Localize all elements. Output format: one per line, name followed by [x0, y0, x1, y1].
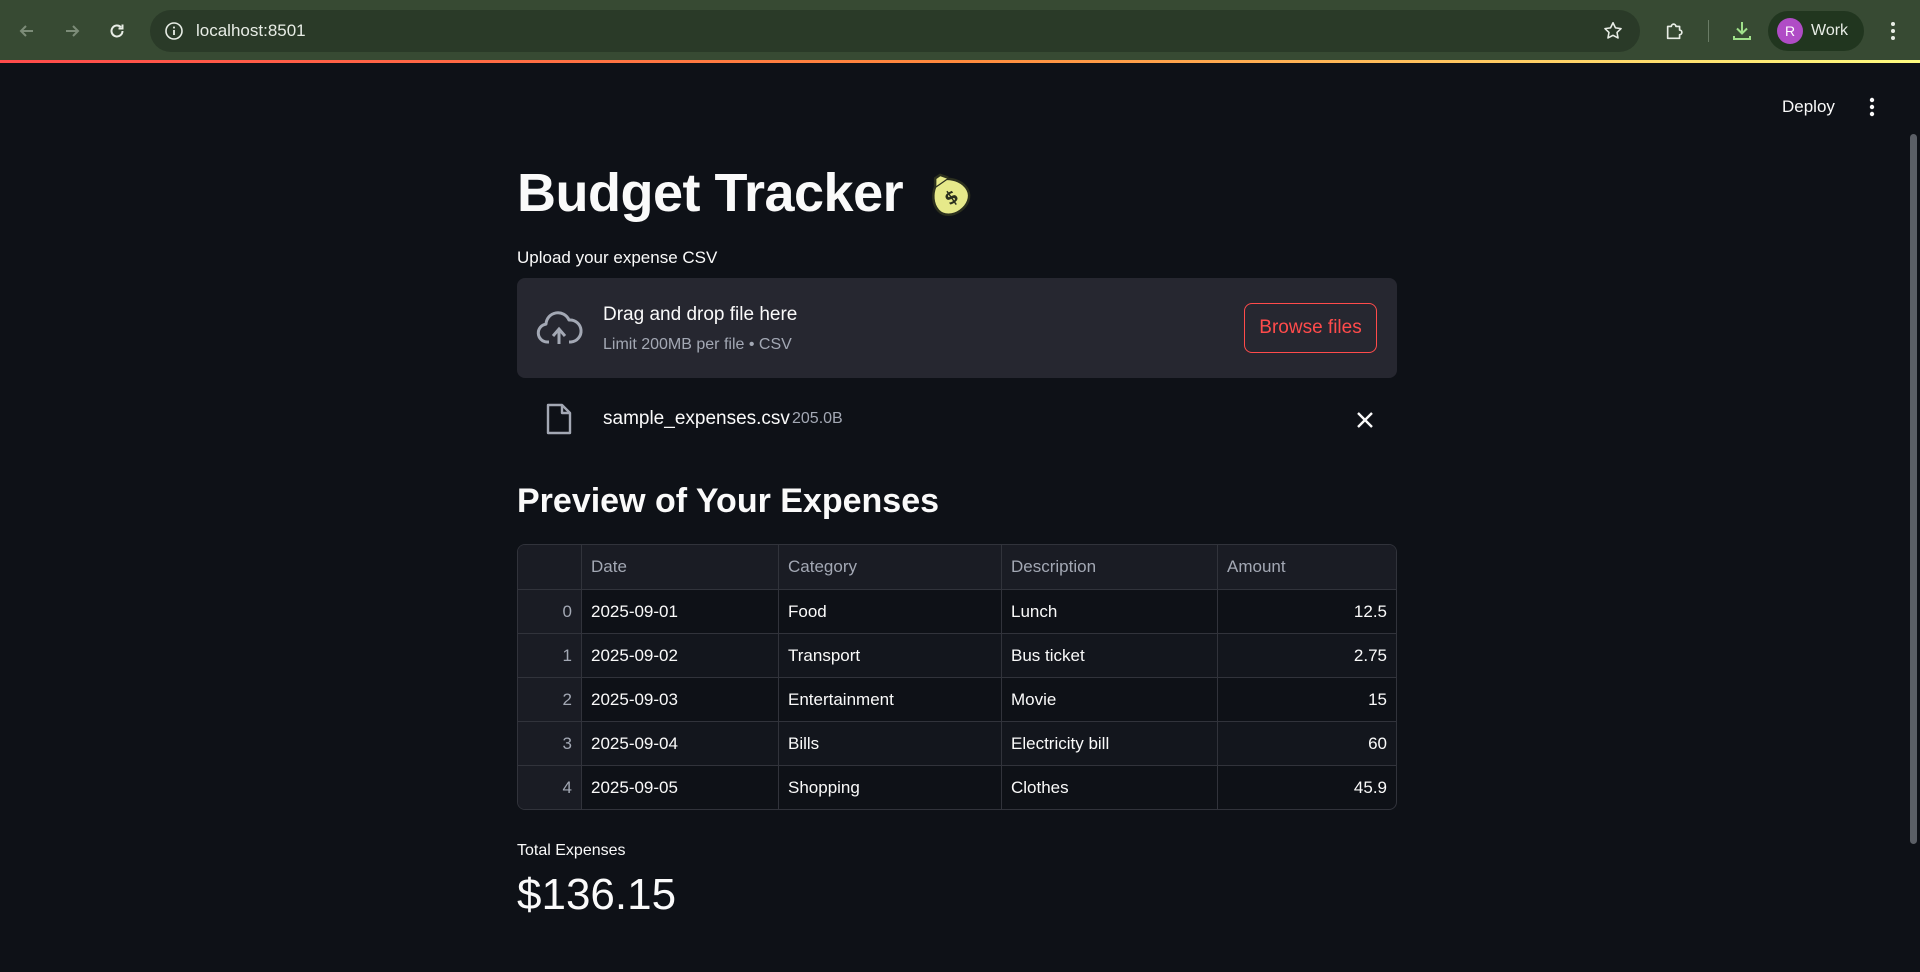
- arrow-right-icon: [66, 25, 80, 37]
- downloads-button[interactable]: [1725, 14, 1759, 48]
- table-cell[interactable]: 2025-09-03: [581, 678, 778, 721]
- row-index[interactable]: 2: [518, 678, 581, 721]
- table-row: 4 2025-09-05 Shopping Clothes 45.9: [518, 765, 1396, 809]
- vertical-dots-icon: [1869, 97, 1875, 117]
- metric-value: $136.15: [517, 870, 677, 919]
- page-scrollbar[interactable]: [1910, 134, 1917, 844]
- page-title-text: Budget Tracker: [517, 163, 904, 223]
- table-cell[interactable]: 2025-09-01: [581, 590, 778, 633]
- column-header-category[interactable]: Category: [778, 545, 1001, 589]
- row-index[interactable]: 4: [518, 766, 581, 809]
- browser-menu-button[interactable]: [1876, 14, 1910, 48]
- table-cell[interactable]: Bus ticket: [1001, 634, 1217, 677]
- row-index[interactable]: 1: [518, 634, 581, 677]
- address-bar[interactable]: localhost:8501: [150, 10, 1640, 52]
- preview-heading: Preview of Your Expenses: [517, 482, 940, 520]
- table-cell[interactable]: Movie: [1001, 678, 1217, 721]
- url-text[interactable]: localhost:8501: [196, 21, 306, 41]
- table-row: 2 2025-09-03 Entertainment Movie 15: [518, 677, 1396, 721]
- column-header-amount[interactable]: Amount: [1217, 545, 1396, 589]
- expenses-dataframe[interactable]: Date Category Description Amount 0 2025-…: [517, 544, 1397, 810]
- puzzle-piece-icon: [1666, 23, 1683, 40]
- table-cell[interactable]: 15: [1217, 678, 1396, 721]
- deploy-button[interactable]: Deploy: [1770, 92, 1847, 122]
- table-cell[interactable]: Entertainment: [778, 678, 1001, 721]
- reload-icon: [110, 24, 124, 38]
- row-index[interactable]: 0: [518, 590, 581, 633]
- forward-button[interactable]: [55, 14, 89, 48]
- table-header-row: Date Category Description Amount: [518, 545, 1396, 589]
- table-cell[interactable]: 60: [1217, 722, 1396, 765]
- uploaded-file: sample_expenses.csv 205.0B: [517, 396, 1397, 444]
- dropzone-instruction: Drag and drop file here: [603, 304, 798, 325]
- column-header-index[interactable]: [518, 545, 581, 589]
- table-cell[interactable]: 2025-09-04: [581, 722, 778, 765]
- running-indicator: [0, 60, 1920, 63]
- table-cell[interactable]: Clothes: [1001, 766, 1217, 809]
- arrow-left-icon: [19, 25, 33, 37]
- file-icon: [546, 403, 572, 435]
- browse-files-button[interactable]: Browse files: [1244, 303, 1377, 353]
- file-name: sample_expenses.csv: [603, 408, 790, 429]
- table-row: 3 2025-09-04 Bills Electricity bill 60: [518, 721, 1396, 765]
- extensions-button[interactable]: [1658, 14, 1692, 48]
- back-button[interactable]: [10, 14, 44, 48]
- vertical-dots-icon: [1891, 22, 1895, 40]
- table-cell[interactable]: 2.75: [1217, 634, 1396, 677]
- table-cell[interactable]: Shopping: [778, 766, 1001, 809]
- close-icon[interactable]: [1353, 408, 1377, 432]
- profile-name: Work: [1811, 22, 1849, 39]
- cloud-upload-icon: [536, 311, 583, 344]
- bookmark-star-icon[interactable]: [1602, 20, 1624, 42]
- row-index[interactable]: 3: [518, 722, 581, 765]
- dropzone-limit: Limit 200MB per file • CSV: [603, 336, 792, 353]
- table-cell[interactable]: Bills: [778, 722, 1001, 765]
- metric-label: Total Expenses: [517, 842, 626, 859]
- app-menu-button[interactable]: [1858, 92, 1886, 122]
- table-cell[interactable]: Food: [778, 590, 1001, 633]
- page-title: Budget Tracker $: [517, 162, 977, 224]
- table-cell[interactable]: Electricity bill: [1001, 722, 1217, 765]
- table-row: 0 2025-09-01 Food Lunch 12.5: [518, 589, 1396, 633]
- file-size: 205.0B: [792, 410, 843, 427]
- file-dropzone[interactable]: Drag and drop file here Limit 200MB per …: [517, 278, 1397, 378]
- column-header-description[interactable]: Description: [1001, 545, 1217, 589]
- download-icon: [1733, 22, 1751, 40]
- table-cell[interactable]: 45.9: [1217, 766, 1396, 809]
- table-row: 1 2025-09-02 Transport Bus ticket 2.75: [518, 633, 1396, 677]
- table-cell[interactable]: 12.5: [1217, 590, 1396, 633]
- money-bag-emoji-icon: $: [932, 173, 971, 217]
- uploader-label: Upload your expense CSV: [517, 248, 718, 267]
- browser-toolbar: localhost:8501 R Work: [0, 0, 1920, 62]
- site-info-icon[interactable]: [164, 21, 184, 41]
- table-cell[interactable]: Lunch: [1001, 590, 1217, 633]
- table-cell[interactable]: 2025-09-05: [581, 766, 778, 809]
- avatar: R: [1777, 18, 1803, 44]
- table-cell[interactable]: Transport: [778, 634, 1001, 677]
- column-header-date[interactable]: Date: [581, 545, 778, 589]
- reload-button[interactable]: [100, 14, 134, 48]
- profile-button[interactable]: R Work: [1768, 11, 1864, 51]
- toolbar-divider: [1708, 20, 1709, 42]
- table-cell[interactable]: 2025-09-02: [581, 634, 778, 677]
